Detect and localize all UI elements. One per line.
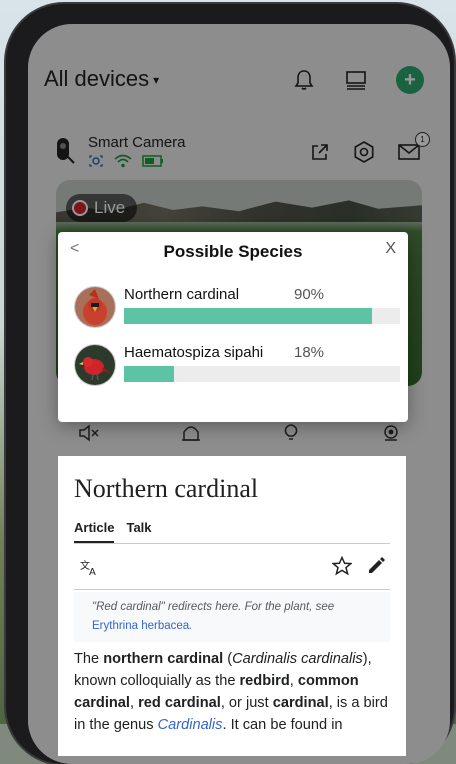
confidence-bar-fill: [124, 366, 174, 382]
camera-icon: [57, 138, 75, 164]
modal-close-button[interactable]: X: [385, 240, 396, 258]
device-name: Smart Camera: [88, 134, 186, 151]
species-name: Haematospiza sipahi: [124, 344, 264, 361]
camera-controls: [28, 424, 450, 450]
motion-detect-icon: [89, 155, 103, 167]
live-indicator: Live: [66, 194, 138, 222]
tab-article[interactable]: Article: [74, 520, 115, 543]
alarm-icon[interactable]: [180, 424, 202, 447]
text-run: ,: [129, 695, 139, 711]
confidence-bar-track: [124, 366, 400, 382]
share-icon: [312, 144, 328, 160]
confidence-bar-track: [124, 308, 400, 324]
svg-text:A: A: [89, 567, 96, 576]
tab-talk[interactable]: Talk: [126, 520, 151, 543]
record-icon[interactable]: [380, 424, 402, 447]
record-dot-icon: [72, 200, 88, 216]
species-percent: 90%: [294, 286, 325, 303]
hatnote: "Red cardinal" redirects here. For the p…: [74, 592, 390, 642]
article-card: Northern cardinal Article Talk 文 A "Red …: [58, 456, 406, 756]
live-label: Live: [94, 198, 126, 217]
confidence-bar-fill: [124, 308, 373, 324]
panel-icon: [346, 71, 366, 90]
species-percent: 18%: [294, 344, 325, 361]
edit-pencil-icon[interactable]: [366, 556, 386, 576]
hatnote-suffix: .: [189, 620, 193, 632]
gear-icon: [354, 141, 374, 163]
article-title: Northern cardinal: [74, 474, 259, 503]
italic-term: Cardinalis cardinalis: [232, 651, 363, 667]
device-status: [88, 154, 164, 168]
text-run: (: [223, 651, 233, 667]
device-settings-button[interactable]: [350, 138, 378, 166]
species-row[interactable]: Haematospiza sipahi 18%: [74, 344, 400, 388]
bold-term: red cardinal: [138, 695, 221, 711]
chevron-down-icon: ▾: [153, 73, 160, 88]
page-title: All devices: [44, 66, 150, 91]
mute-icon[interactable]: [78, 424, 100, 447]
article-paragraph: The northern cardinal (Cardinalis cardin…: [74, 648, 392, 736]
bold-term: northern cardinal: [103, 651, 224, 667]
add-device-button[interactable]: +: [396, 66, 424, 94]
hatnote-text: "Red cardinal" redirects here. For the p…: [92, 601, 335, 613]
wifi-icon: [114, 154, 132, 168]
northern-cardinal-avatar: [74, 286, 116, 328]
message-count-badge: 1: [415, 132, 430, 147]
star-icon[interactable]: [332, 556, 352, 576]
messages-button[interactable]: 1: [396, 132, 430, 166]
haematospiza-sipahi-avatar: [74, 344, 116, 386]
panel-button[interactable]: [342, 66, 370, 94]
genus-link[interactable]: Cardinalis: [158, 717, 223, 733]
bold-term: redbird: [239, 673, 290, 689]
top-bar: All devices ▾ +: [28, 60, 450, 100]
share-button[interactable]: [306, 138, 334, 166]
device-selector[interactable]: All devices ▾: [44, 66, 159, 92]
article-tabs: Article Talk: [74, 520, 152, 543]
bell-icon: [294, 70, 314, 90]
device-row[interactable]: Smart Camera 1: [28, 130, 450, 174]
hatnote-link[interactable]: Erythrina herbacea: [92, 620, 189, 632]
light-icon[interactable]: [280, 424, 302, 447]
text-run: The: [74, 651, 104, 667]
plus-icon: +: [404, 68, 416, 91]
tab-divider: [74, 543, 390, 544]
text-run: . It can be found in: [222, 717, 343, 733]
text-run: , or just: [220, 695, 273, 711]
species-modal: < Possible Species X Northern cardinal 9…: [58, 232, 408, 422]
text-run: ,: [289, 673, 298, 689]
article-toolbar: 文 A: [74, 552, 390, 584]
bold-term: cardinal: [272, 695, 329, 711]
species-name: Northern cardinal: [124, 286, 240, 303]
modal-title: Possible Species: [163, 242, 303, 261]
species-row[interactable]: Northern cardinal 90%: [74, 286, 400, 330]
battery-icon: [142, 155, 163, 167]
toolbar-divider: [74, 589, 390, 590]
notifications-button[interactable]: [290, 66, 318, 94]
language-icon[interactable]: 文 A: [80, 558, 100, 576]
